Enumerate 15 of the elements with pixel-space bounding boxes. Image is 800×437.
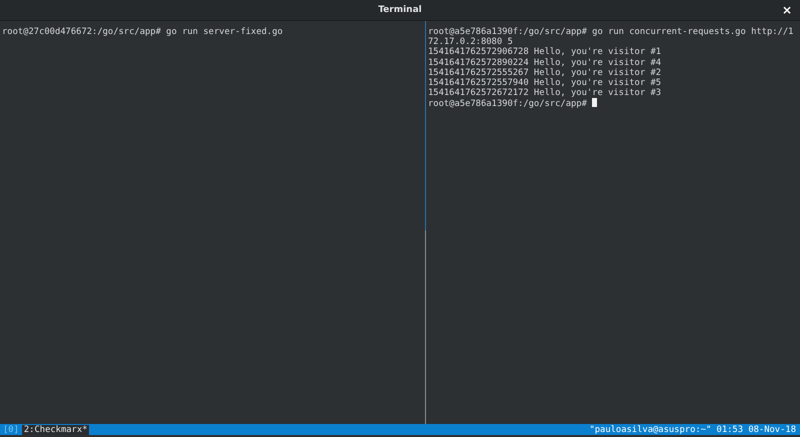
- terminal-line: 1541641762572672172 Hello, you're visitor #3: [428, 88, 662, 98]
- terminal-line: root@a5e786a1390f:/go/src/app# go run concurrent-requests.go http://1: [428, 27, 794, 37]
- terminal-line: 1541641762572890224 Hello, you're visitor #4: [428, 58, 662, 68]
- pane-divider[interactable]: [425, 21, 426, 424]
- session-label: [0]: [2, 424, 20, 434]
- window-tab[interactable]: 2:Checkmarx*: [22, 424, 90, 434]
- terminal-line: 1541641762572557940 Hello, you're visitor #5: [428, 78, 662, 88]
- terminal-line: root@27c00d476672:/go/src/app# go run server-fixed.go: [2, 27, 283, 37]
- terminal-line: root@a5e786a1390f:/go/src/app#: [428, 99, 588, 110]
- terminal-line: 72.17.0.2:8080 5: [428, 37, 513, 48]
- window-title: Terminal: [378, 5, 422, 15]
- close-button[interactable]: ×: [780, 3, 794, 17]
- status-info: "pauloasilva@asuspro:~" 01:53 08-Nov-18: [589, 424, 797, 434]
- terminal-line: 1541641762572906728 Hello, you're visitor #1: [428, 47, 662, 58]
- terminal-line: 1541641762572555267 Hello, you're visitor #2: [428, 68, 662, 78]
